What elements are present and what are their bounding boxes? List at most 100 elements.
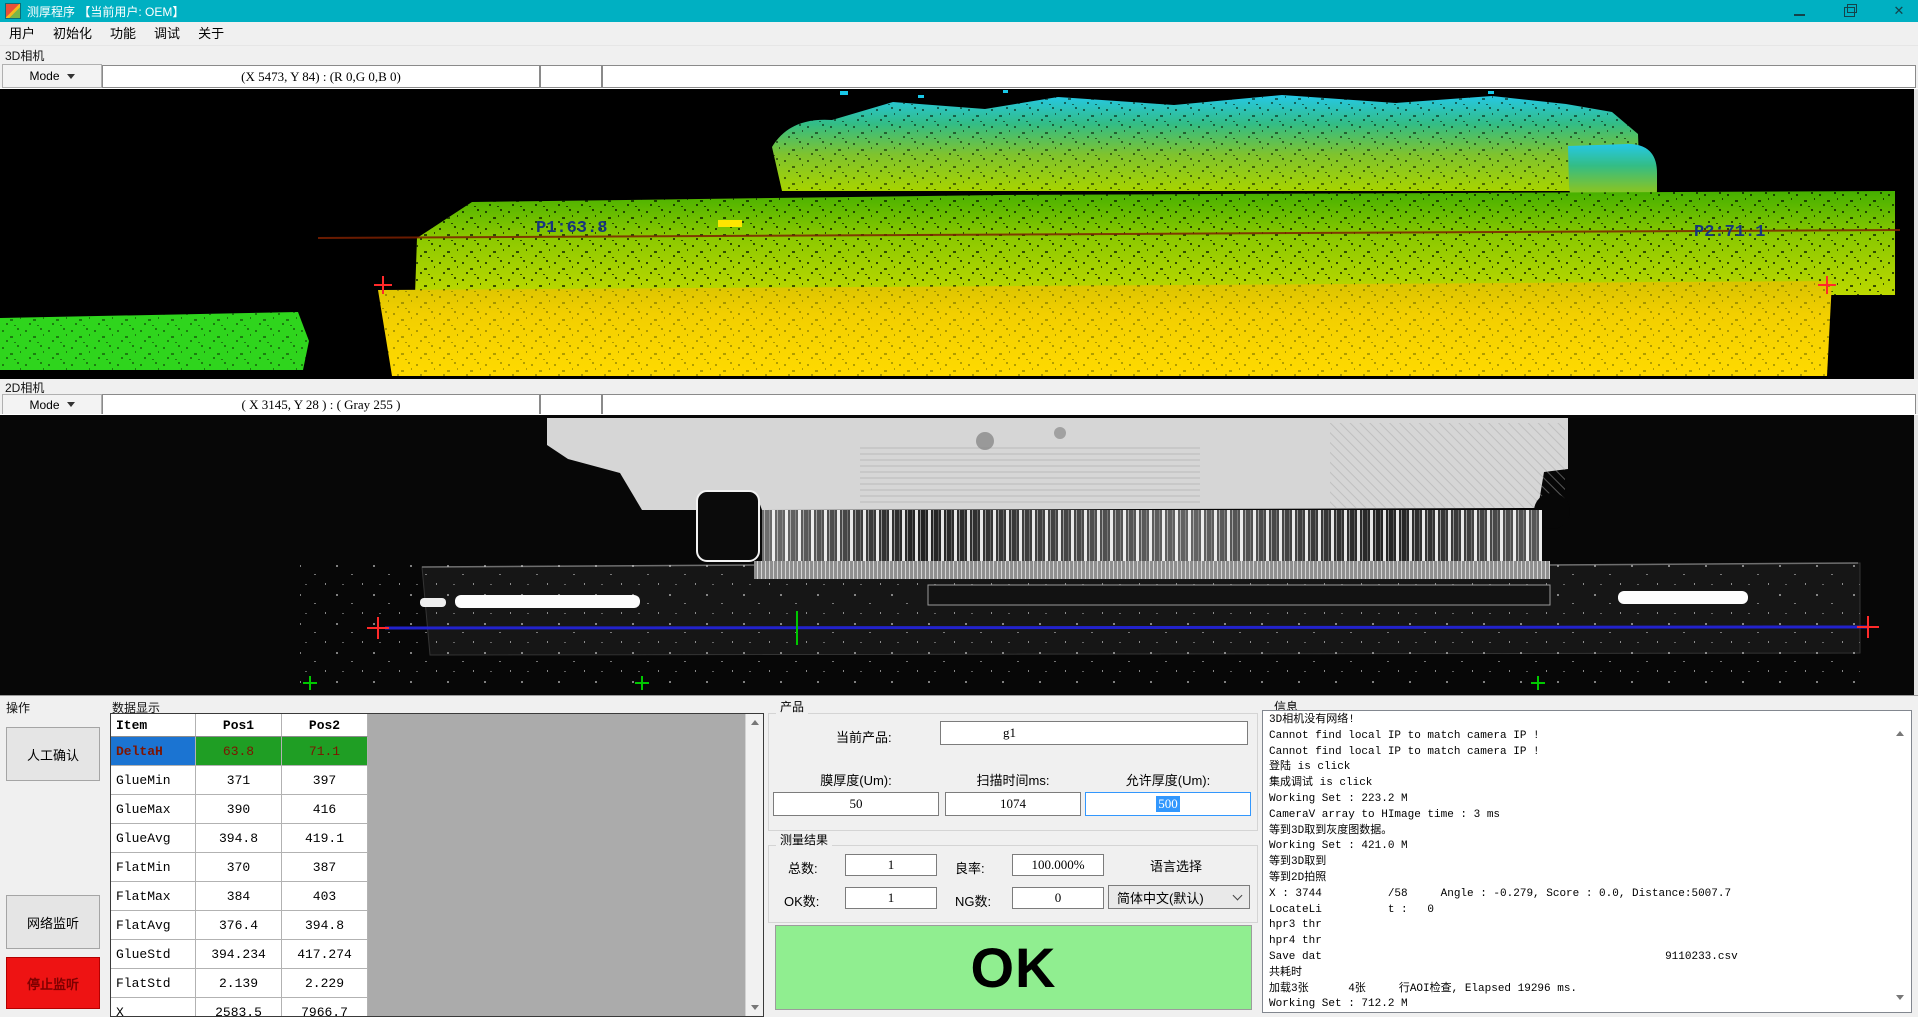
col-header-pos2[interactable]: Pos2 xyxy=(282,714,368,737)
table-row-x[interactable]: X 2583.5 7966.7 xyxy=(111,998,368,1017)
scroll-up-icon xyxy=(1896,714,1904,736)
minimize-button[interactable] xyxy=(1786,1,1812,21)
ng-count-field[interactable]: 0 xyxy=(1012,887,1104,909)
log-scroll-down-button[interactable] xyxy=(1896,1000,1904,1017)
chevron-down-icon xyxy=(1233,891,1243,901)
info-log[interactable]: 3D相机没有网络! Cannot find local IP to match … xyxy=(1262,710,1912,1013)
table-row-flatstd[interactable]: FlatStd 2.139 2.229 xyxy=(111,969,368,998)
camera3d-viewport[interactable]: P1:63.8 P2:71.1 xyxy=(0,88,1918,379)
log-line: Working Set : 712.2 M xyxy=(1269,997,1911,1013)
results-group-label: 测量结果 xyxy=(776,831,832,848)
app-window: 测厚程序 【当前用户: OEM】 ✕ 用户 初始化 功能 调试 关于 3D相机 … xyxy=(0,0,1918,1017)
table-row-flatavg[interactable]: FlatAvg 376.4 394.8 xyxy=(111,911,368,940)
camera2d-mode-label: Mode xyxy=(29,398,59,412)
allowed-thickness-field[interactable]: 500 xyxy=(1085,792,1251,816)
app-icon xyxy=(5,3,21,19)
log-line: Working Set : 223.2 M xyxy=(1269,792,1911,808)
heightmap-yellow-slab xyxy=(378,281,1832,376)
table-row-gluemax[interactable]: GlueMax 390 416 xyxy=(111,795,368,824)
table-row-flatmin[interactable]: FlatMin 370 387 xyxy=(111,853,368,882)
restore-icon xyxy=(1844,7,1855,17)
scroll-up-icon xyxy=(751,720,759,725)
table-row-gluemin[interactable]: GlueMin 371 397 xyxy=(111,766,368,795)
network-listen-button[interactable]: 网络监听 xyxy=(6,895,100,949)
camera3d-aux-box xyxy=(540,65,602,88)
table-row-flatmax[interactable]: FlatMax 384 403 xyxy=(111,882,368,911)
menu-item-debug[interactable]: 调试 xyxy=(145,22,189,45)
manual-confirm-button[interactable]: 人工确认 xyxy=(6,727,100,781)
menu-item-user[interactable]: 用户 xyxy=(0,22,44,45)
scroll-down-button[interactable] xyxy=(746,999,763,1016)
camera2d-aux-box xyxy=(540,394,602,415)
camera2d-mode-button[interactable]: Mode xyxy=(2,394,102,415)
log-line: hpr3 thr xyxy=(1269,918,1911,934)
film-thickness-label: 膜厚度(Um): xyxy=(773,770,939,789)
log-line: Cannot find local IP to match camera IP … xyxy=(1269,745,1911,761)
col-header-pos1[interactable]: Pos1 xyxy=(196,714,282,737)
heightmap-main-slab xyxy=(318,191,1900,295)
viewport-edge xyxy=(1914,415,1918,696)
menu-item-about[interactable]: 关于 xyxy=(189,22,233,45)
log-line: 登陆 is click xyxy=(1269,760,1911,776)
table-row-gluestd[interactable]: GlueStd 394.234 417.274 xyxy=(111,940,368,969)
base-fixture xyxy=(300,563,1860,685)
log-line: 等到3D取到 xyxy=(1269,855,1911,871)
ok-count-field[interactable]: 1 xyxy=(845,887,937,909)
log-line: Save dat 9110233.csv xyxy=(1269,950,1911,966)
scroll-down-icon xyxy=(751,1005,759,1010)
camera3d-status-box xyxy=(602,65,1916,88)
viewport-edge xyxy=(1914,89,1918,379)
log-line: Working Set : 421.0 M xyxy=(1269,839,1911,855)
camera2d-viewport[interactable] xyxy=(0,414,1918,696)
col-header-item[interactable]: Item xyxy=(111,714,196,737)
stop-listen-button[interactable]: 停止监听 xyxy=(6,957,100,1009)
ng-count-label: NG数: xyxy=(955,891,991,910)
product-group-label: 产品 xyxy=(776,698,808,715)
table-row-glueavg[interactable]: GlueAvg 394.8 419.1 xyxy=(111,824,368,853)
grayscale-2d-image xyxy=(0,415,1918,696)
operations-section-label: 操作 xyxy=(6,699,30,716)
log-line: CameraV array to HImage time : 3 ms xyxy=(1269,808,1911,824)
language-dropdown[interactable]: 简体中文(默认) xyxy=(1108,885,1250,909)
scan-time-field[interactable]: 1074 xyxy=(945,792,1081,816)
current-product-field[interactable]: g1 xyxy=(940,721,1248,745)
chevron-down-icon xyxy=(67,74,75,79)
total-field[interactable]: 1 xyxy=(845,854,937,876)
heightmap-3d-image: P1:63.8 P2:71.1 xyxy=(0,89,1918,379)
yield-label: 良率: xyxy=(955,858,985,877)
camera3d-pixel-readout: (X 5473, Y 84) : (R 0,G 0,B 0) xyxy=(102,65,540,88)
p1-measurement-label: P1:63.8 xyxy=(536,219,607,238)
minimize-icon xyxy=(1794,14,1805,16)
table-header-row: Item Pos1 Pos2 xyxy=(111,714,368,737)
log-line: 等到2D拍照 xyxy=(1269,871,1911,887)
measurement-table: Item Pos1 Pos2 DeltaH 63.8 71.1 GlueMin … xyxy=(110,713,764,1017)
log-scroll-up-button[interactable] xyxy=(1896,714,1904,732)
scroll-up-button[interactable] xyxy=(746,714,763,731)
table-row-deltah[interactable]: DeltaH 63.8 71.1 xyxy=(111,737,368,766)
chevron-down-icon xyxy=(67,402,75,407)
close-icon: ✕ xyxy=(1894,1,1905,21)
camera3d-mode-button[interactable]: Mode xyxy=(2,64,102,88)
language-selected-value: 简体中文(默认) xyxy=(1117,888,1204,907)
film-thickness-field[interactable]: 50 xyxy=(773,792,939,816)
table-scrollbar[interactable] xyxy=(745,714,763,1016)
heightmap-left-band xyxy=(0,312,309,370)
log-line: LocateLi t : 0 xyxy=(1269,903,1911,919)
window-title: 测厚程序 【当前用户: OEM】 xyxy=(27,3,184,20)
log-line: 等到3D取到灰度图数据。 xyxy=(1269,824,1911,840)
camera2d-status-box xyxy=(602,394,1916,415)
yield-field[interactable]: 100.000% xyxy=(1012,854,1104,876)
ok-count-label: OK数: xyxy=(784,891,819,910)
camera3d-section-label: 3D相机 xyxy=(5,47,44,64)
camera3d-mode-label: Mode xyxy=(29,69,59,83)
menu-item-function[interactable]: 功能 xyxy=(101,22,145,45)
p2-measurement-label: P2:71.1 xyxy=(1694,223,1765,242)
language-select-label: 语言选择 xyxy=(1150,856,1202,875)
close-button[interactable]: ✕ xyxy=(1886,1,1912,21)
menu-item-init[interactable]: 初始化 xyxy=(44,22,101,45)
log-line: hpr4 thr xyxy=(1269,934,1911,950)
current-product-label: 当前产品: xyxy=(836,727,892,746)
total-label: 总数: xyxy=(788,858,818,877)
restore-button[interactable] xyxy=(1836,1,1862,21)
log-line: 共耗时 xyxy=(1269,966,1911,982)
